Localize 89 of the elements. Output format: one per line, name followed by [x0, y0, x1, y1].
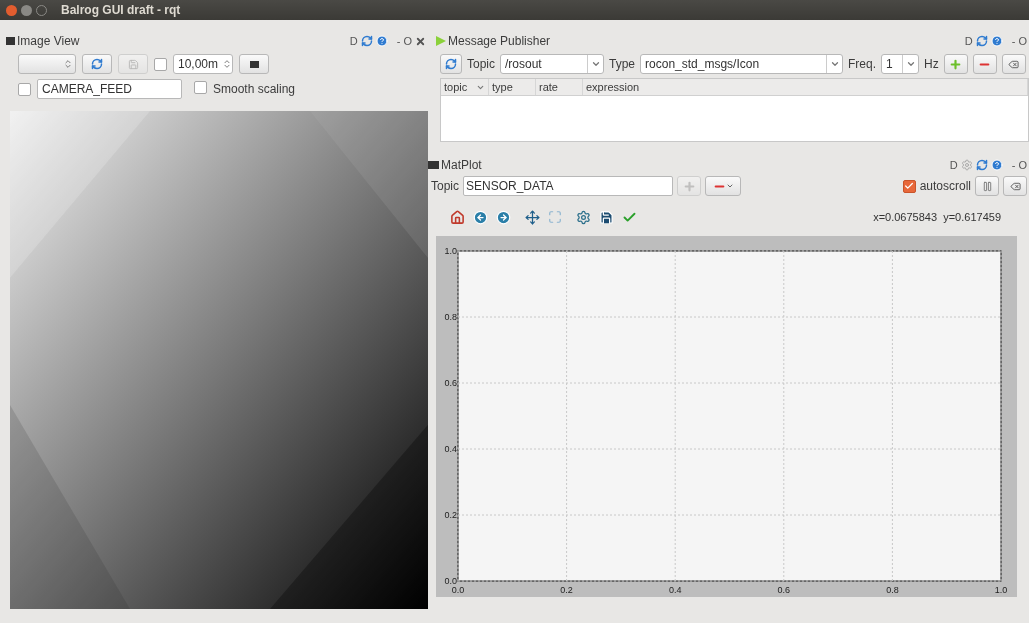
forward-icon[interactable]: [496, 209, 511, 225]
color-button[interactable]: [239, 54, 269, 74]
close-icon[interactable]: [6, 4, 17, 16]
axis-tick-label: 0.2: [444, 510, 457, 520]
checkbox[interactable]: [154, 57, 167, 71]
column-header[interactable]: topic: [441, 79, 489, 95]
field-label: Freq.: [848, 56, 877, 73]
panel-title: Image View: [17, 33, 80, 50]
panel-title: MatPlot: [441, 157, 482, 174]
minimize-icon[interactable]: [21, 4, 32, 16]
field-label: Type: [609, 56, 636, 73]
refresh-icon: [91, 58, 103, 70]
settings-icon[interactable]: [960, 159, 973, 171]
window-title: Balrog GUI draft - rqt: [61, 2, 181, 19]
save-icon: [127, 58, 139, 70]
help-icon[interactable]: [375, 35, 388, 47]
dock-button[interactable]: -: [1011, 32, 1016, 50]
axis-tick-label: 0.8: [886, 585, 899, 595]
dock-button[interactable]: D: [964, 32, 973, 50]
clear-button[interactable]: [1001, 54, 1026, 74]
field-label: Hz: [924, 56, 939, 73]
pause-icon: [981, 180, 993, 192]
axis-tick-label: 0.6: [444, 378, 457, 388]
plus-icon: [682, 179, 696, 193]
topic-field[interactable]: SENSOR_DATA: [463, 176, 673, 196]
dropdown-icon: [905, 59, 916, 69]
refresh-icon[interactable]: [975, 159, 988, 171]
axis-tick-label: 1.0: [994, 585, 1008, 595]
dock-button[interactable]: -: [1011, 156, 1016, 174]
refresh-icon: [445, 58, 457, 70]
axis-tick-label: 0.0: [451, 585, 465, 595]
timeout-spinbox[interactable]: 10,00m: [173, 54, 233, 74]
topic-field[interactable]: CAMERA_FEED: [37, 79, 182, 99]
panel-title: Message Publisher: [448, 33, 551, 50]
back-icon[interactable]: [473, 209, 488, 225]
dock-button[interactable]: O: [403, 32, 412, 50]
spin-icon: [222, 59, 232, 69]
help-icon[interactable]: [990, 35, 1003, 47]
refresh-button[interactable]: [440, 54, 462, 74]
axis-tick-label: 0.4: [444, 444, 457, 454]
axis-tick-label: 0.6: [777, 585, 791, 595]
checkbox-label: Smooth scaling: [213, 81, 296, 98]
column-header[interactable]: rate: [536, 79, 583, 95]
cursor-coordinates: x=0.0675843 y=0.617459: [873, 209, 1001, 225]
dropdown-icon: [590, 59, 601, 69]
remove-button[interactable]: [705, 176, 741, 196]
axis-tick-label: 0.4: [668, 585, 682, 595]
checkbox[interactable]: [902, 179, 916, 193]
dock-button[interactable]: D: [949, 156, 958, 174]
remove-button[interactable]: [972, 54, 997, 74]
checkbox[interactable]: [194, 81, 207, 94]
refresh-icon[interactable]: [975, 35, 988, 47]
dock-button[interactable]: O: [1018, 32, 1027, 50]
help-icon[interactable]: [990, 159, 1003, 171]
pan-icon[interactable]: [525, 209, 540, 225]
frequency-combo[interactable]: 1: [881, 54, 920, 74]
pause-button[interactable]: [975, 176, 999, 196]
dropdown-icon: [829, 59, 840, 69]
axis-tick-label: 0.0: [444, 576, 457, 586]
axis-tick-label: 0.8: [444, 312, 457, 322]
plus-icon: [949, 57, 963, 71]
type-combo[interactable]: rocon_std_msgs/Icon: [640, 54, 844, 74]
dock-button[interactable]: -: [396, 32, 401, 50]
configure-icon[interactable]: [576, 209, 591, 225]
clear-icon: [1008, 58, 1020, 70]
close-icon[interactable]: [415, 35, 426, 47]
clear-button[interactable]: [1003, 176, 1027, 196]
axis-tick-label: 0.2: [560, 585, 573, 595]
play-icon: [436, 36, 446, 46]
refresh-icon[interactable]: [360, 35, 373, 47]
add-button[interactable]: [943, 54, 968, 74]
spin-icon: [63, 59, 73, 69]
dock-button[interactable]: D: [349, 32, 358, 50]
field-label: Topic: [431, 178, 459, 195]
column-header[interactable]: type: [489, 79, 536, 95]
column-header[interactable]: expression: [583, 79, 1028, 95]
dropdown-icon: [725, 182, 734, 190]
topic-combo[interactable]: /rosout: [500, 54, 604, 74]
field-label: Topic: [467, 56, 495, 73]
save-icon[interactable]: [599, 209, 614, 225]
refresh-button[interactable]: [82, 54, 112, 74]
checkbox[interactable]: [18, 82, 31, 96]
home-icon[interactable]: [450, 209, 465, 225]
clear-icon: [1009, 180, 1021, 192]
checkbox-label: autoscroll: [919, 178, 971, 195]
topic-combo[interactable]: [18, 54, 76, 74]
axis-tick-label: 1.0: [444, 246, 457, 256]
dock-button[interactable]: O: [1018, 156, 1027, 174]
square-icon: [249, 60, 259, 68]
